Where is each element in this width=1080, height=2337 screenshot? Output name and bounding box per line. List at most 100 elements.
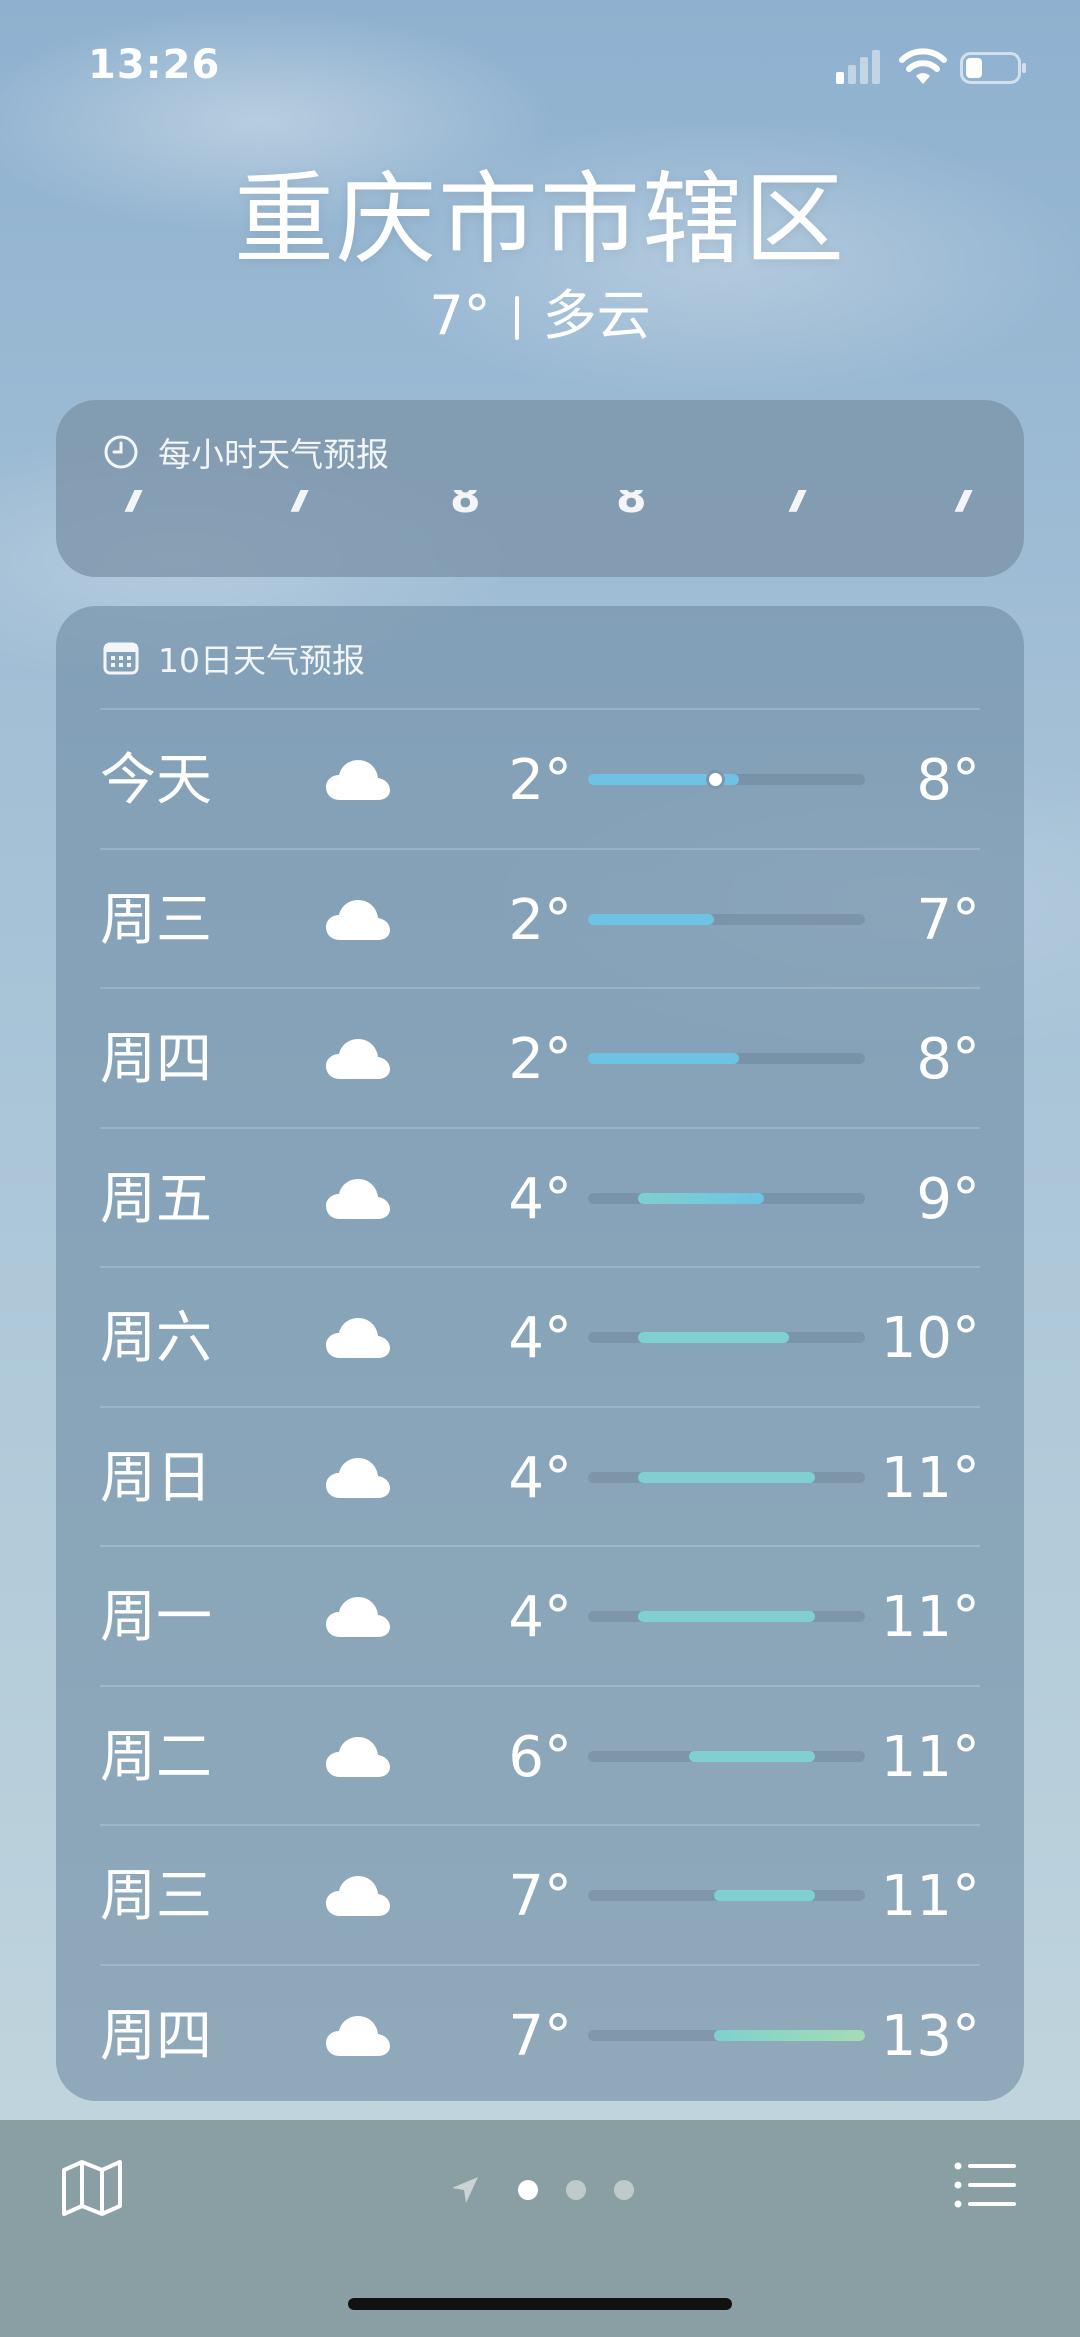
high-temperature: 11° (880, 1864, 980, 1929)
current-condition: 多云 (542, 284, 651, 347)
high-temperature: 8° (916, 748, 980, 813)
temperature-range-fill (713, 2029, 865, 2041)
high-temperature: 8° (916, 1027, 980, 1092)
page-dot[interactable] (566, 2180, 586, 2200)
temperature-range-bar (588, 770, 865, 789)
cloud-icon (324, 1872, 392, 1918)
day-row[interactable]: 周六 4° 10° (56, 1268, 1024, 1407)
low-temperature: 4° (508, 1445, 572, 1511)
hourly-item: 7 (948, 490, 979, 523)
temperature-range-fill (638, 1192, 765, 1204)
day-row[interactable]: 周一 4° 11° (56, 1547, 1024, 1686)
cloud-icon (324, 1593, 392, 1639)
temperature-range-bar (588, 1750, 865, 1762)
day-label: 周五 (100, 1166, 212, 1232)
hourly-item: 7 (118, 490, 149, 523)
hourly-forecast-card[interactable]: 每小时天气预报 7 7 8 8 7 7 (56, 400, 1024, 577)
ten-day-forecast-header: 10日天气预报 (102, 636, 365, 680)
hourly-item: 8 (616, 490, 647, 523)
hourly-item: 7 (782, 490, 813, 523)
temperature-range-bar (588, 1890, 865, 1901)
cloud-icon (324, 1175, 392, 1221)
low-temperature: 2° (508, 887, 572, 953)
hourly-forecast-title: 每小时天气预报 (158, 435, 389, 474)
current-temperature: 7° (429, 284, 491, 347)
high-temperature: 11° (880, 1585, 980, 1650)
temperature-range-fill (713, 1890, 815, 1901)
day-label: 今天 (100, 748, 212, 813)
low-temperature: 2° (508, 1027, 572, 1092)
day-row[interactable]: 周四 2° 8° (56, 989, 1024, 1128)
cloud-icon (324, 756, 392, 802)
day-label: 周四 (100, 1027, 212, 1092)
low-temperature: 7° (508, 2003, 572, 2069)
current-temperature-dot (705, 770, 725, 789)
list-icon[interactable] (954, 2160, 1016, 2210)
page-dot[interactable] (518, 2180, 538, 2200)
current-summary: 7° 多云 (0, 284, 1080, 348)
day-label: 周三 (100, 1864, 212, 1929)
status-bar: 13:26 (0, 0, 1080, 130)
temperature-range-bar (588, 1192, 865, 1204)
temperature-range-bar (588, 1053, 865, 1064)
day-row[interactable]: 今天 2° 8° (56, 710, 1024, 849)
low-temperature: 4° (508, 1306, 572, 1371)
day-row[interactable]: 周四 7° 13° (56, 1966, 1024, 2102)
map-icon[interactable] (60, 2156, 124, 2220)
day-label: 周六 (100, 1306, 212, 1371)
cloud-icon (324, 1733, 392, 1779)
day-label: 周二 (100, 1724, 212, 1790)
temperature-range-bar (588, 1611, 865, 1622)
high-temperature: 9° (916, 1166, 980, 1232)
cloud-icon (324, 1314, 392, 1360)
day-row[interactable]: 周三 2° 7° (56, 850, 1024, 989)
hourly-forecast-header: 每小时天气预报 (102, 430, 389, 474)
location-header: 重庆市市辖区 7° 多云 (0, 160, 1080, 348)
temperature-range-fill (588, 913, 714, 925)
cellular-signal-icon (836, 48, 886, 84)
temperature-range-fill (638, 1332, 790, 1343)
ten-day-forecast-title: 10日天气预报 (158, 641, 365, 680)
day-label: 周四 (100, 2003, 212, 2069)
high-temperature: 11° (880, 1724, 980, 1790)
day-row[interactable]: 周五 4° 9° (56, 1129, 1024, 1268)
low-temperature: 4° (508, 1585, 572, 1650)
temperature-range-bar (588, 913, 865, 925)
day-row[interactable]: 周日 4° 11° (56, 1408, 1024, 1547)
day-label: 周一 (100, 1585, 212, 1650)
low-temperature: 2° (508, 748, 572, 813)
day-label: 周三 (100, 887, 212, 953)
temperature-range-fill (638, 1471, 815, 1483)
wifi-icon (899, 48, 947, 84)
high-temperature: 10° (880, 1306, 980, 1371)
battery-icon (960, 52, 1026, 84)
low-temperature: 6° (508, 1724, 572, 1790)
location-arrow-icon (452, 2177, 478, 2203)
day-row[interactable]: 周二 6° 11° (56, 1687, 1024, 1826)
temperature-range-fill (588, 1053, 740, 1064)
clock-icon (104, 435, 138, 469)
day-label: 周日 (100, 1445, 212, 1511)
temperature-range-bar (588, 1332, 865, 1343)
page-dot[interactable] (614, 2180, 634, 2200)
high-temperature: 13° (880, 2003, 980, 2069)
cloud-icon (324, 896, 392, 942)
temperature-range-fill (688, 1750, 815, 1762)
cloud-icon (324, 1035, 392, 1081)
status-time: 13:26 (88, 42, 221, 88)
high-temperature: 11° (880, 1445, 980, 1511)
city-name: 重庆市市辖区 (234, 161, 846, 278)
calendar-icon (103, 642, 139, 675)
temperature-range-fill (638, 1611, 815, 1622)
hourly-forecast-strip[interactable]: 7 7 8 8 7 7 (56, 490, 1024, 530)
ten-day-forecast-card[interactable]: 10日天气预报 今天 2° 8° 周三 2° 7° 周四 2° 8° 周五 4° 9° 周六 4° 10° 周… (56, 606, 1024, 2101)
hourly-item: 7 (284, 490, 315, 523)
cloud-icon (324, 2012, 392, 2058)
temperature-range-bar (588, 2029, 865, 2041)
day-row[interactable]: 周三 7° 11° (56, 1826, 1024, 1965)
page-indicator[interactable] (450, 2172, 648, 2208)
temperature-range-bar (588, 1471, 865, 1483)
summary-separator (514, 296, 519, 340)
hourly-item: 8 (450, 490, 481, 523)
home-indicator[interactable] (348, 2298, 732, 2310)
